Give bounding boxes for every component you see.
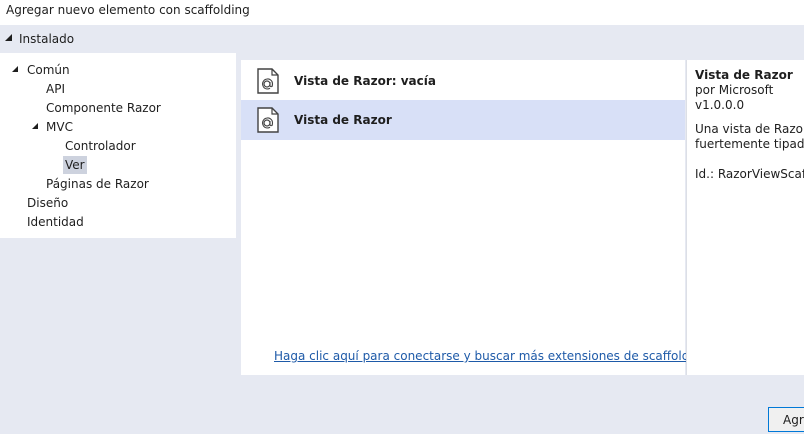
details-id: Id.: RazorViewScaffol (695, 167, 804, 181)
tree-item-componente-razor[interactable]: Componente Razor (46, 99, 161, 117)
tree-item-comun[interactable]: Común (27, 61, 70, 79)
razor-file-icon (257, 68, 279, 94)
details-version: v1.0.0.0 (695, 98, 745, 112)
expanded-arrow-icon[interactable] (5, 34, 12, 41)
installed-label: Instalado (19, 32, 75, 46)
template-list: Vista de Razor: vacía Vista de Razor Hag… (241, 60, 712, 375)
tree-item-controlador[interactable]: Controlador (65, 137, 136, 155)
template-label: Vista de Razor (294, 113, 392, 127)
category-tree: Común API Componente Razor MVC Controlad… (0, 53, 236, 238)
details-description-line2: fuertemente tipado (695, 137, 804, 151)
tree-item-paginas-razor[interactable]: Páginas de Razor (46, 175, 149, 193)
tree-item-api[interactable]: API (46, 80, 65, 98)
title-bar: Agregar nuevo elemento con scaffolding (0, 0, 804, 25)
details-name: Vista de Razor (695, 68, 793, 82)
template-razor-view-empty[interactable]: Vista de Razor: vacía (241, 61, 685, 101)
tree-item-ver[interactable]: Ver (63, 156, 87, 174)
mvc-expanded-arrow-icon[interactable] (32, 123, 38, 129)
razor-file-icon (257, 107, 279, 133)
details-description-line1: Una vista de Razor co (695, 122, 804, 136)
template-label: Vista de Razor: vacía (294, 74, 436, 88)
template-razor-view[interactable]: Vista de Razor (241, 100, 685, 140)
online-extensions-link[interactable]: Haga clic aquí para conectarse y buscar … (274, 349, 712, 363)
details-author: por Microsoft (695, 83, 774, 97)
button-bar: Agregar (0, 375, 804, 434)
tree-item-diseno[interactable]: Diseño (27, 194, 68, 212)
dialog-title: Agregar nuevo elemento con scaffolding (6, 3, 250, 17)
tree-item-mvc[interactable]: MVC (46, 118, 73, 136)
add-button[interactable]: Agregar (768, 407, 804, 432)
scaffold-dialog: Agregar nuevo elemento con scaffolding I… (0, 0, 804, 434)
template-details: Vista de Razor por Microsoft v1.0.0.0 Un… (686, 60, 804, 375)
installed-header[interactable]: Instalado (0, 25, 804, 53)
comun-expanded-arrow-icon[interactable] (12, 66, 18, 72)
tree-item-identidad[interactable]: Identidad (27, 213, 84, 231)
